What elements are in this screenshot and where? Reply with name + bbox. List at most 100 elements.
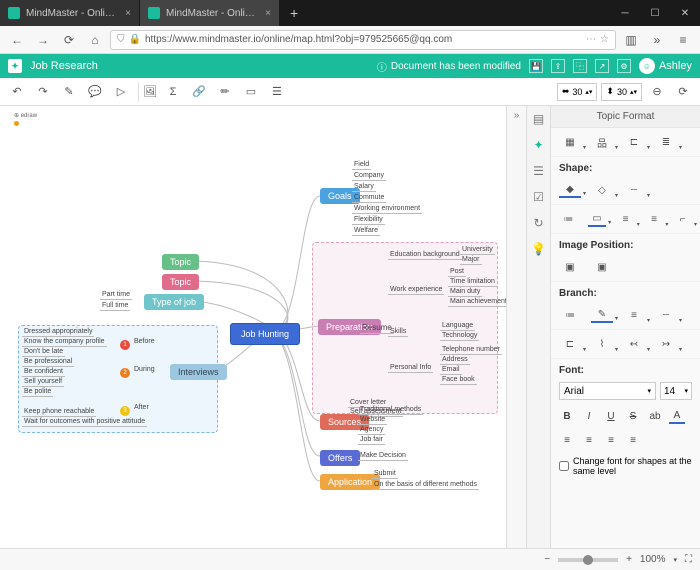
zoom-in-button[interactable]: + (626, 554, 632, 565)
zoom-level[interactable]: 100% (640, 554, 666, 565)
leaf[interactable]: During (132, 366, 157, 374)
font-family-select[interactable]: Arial▾ (559, 382, 656, 400)
leaf[interactable]: Company (352, 172, 386, 181)
menu-icon[interactable]: ≡ (672, 29, 694, 51)
leaf[interactable]: On the basis of different methods (372, 481, 479, 490)
reload-icon[interactable]: ⟳ (58, 29, 80, 51)
leaf[interactable]: Know the company profile (22, 338, 107, 347)
app-logo-icon[interactable]: ✦ (8, 59, 22, 73)
leaf[interactable]: Wait for outcomes with positive attitude (22, 418, 147, 427)
h-spacing-stepper[interactable]: ⬌30▴▾ (557, 83, 598, 101)
undo-icon[interactable]: ↶ (6, 82, 28, 102)
browser-tab[interactable]: MindMaster - Online Mind M × (0, 0, 140, 26)
topic-type-of-job[interactable]: Type of job (144, 294, 204, 310)
leaf[interactable]: Main achievement (448, 298, 506, 307)
share-icon[interactable]: ↗ (595, 59, 609, 73)
leaf[interactable]: Full time (100, 302, 130, 311)
branch-dash-icon[interactable]: ┄▾ (655, 307, 677, 323)
leaf[interactable]: Sell yourself (22, 378, 64, 387)
arrow-end-icon[interactable]: ↣▾ (655, 336, 677, 352)
connector-curve-icon[interactable]: ⌇▾ (591, 336, 613, 352)
leaf[interactable]: Work experience (388, 286, 444, 295)
collapse-icon[interactable]: ⊖ (646, 82, 668, 102)
close-window-icon[interactable]: ✕ (670, 0, 700, 26)
export-icon[interactable]: ⇪ (551, 59, 565, 73)
fullscreen-icon[interactable]: ⛶ (685, 554, 692, 565)
image-icon[interactable]: 🖼 (138, 82, 158, 102)
formula-icon[interactable]: Σ (162, 82, 184, 102)
leaf[interactable]: Before (132, 338, 157, 346)
leaf[interactable]: After (132, 404, 151, 412)
new-tab-button[interactable]: + (280, 5, 308, 21)
close-icon[interactable]: × (265, 8, 271, 19)
leaf[interactable]: Commute (352, 194, 386, 203)
leaf[interactable]: Post (448, 268, 466, 277)
zoom-slider[interactable] (558, 558, 618, 562)
leaf[interactable]: Welfare (352, 227, 380, 236)
note-icon[interactable]: ▭ (240, 82, 262, 102)
border-weight-icon[interactable]: ≡▾ (616, 211, 635, 227)
arrow-start-icon[interactable]: ↢▾ (623, 336, 645, 352)
draw-icon[interactable]: ✏ (214, 82, 236, 102)
leaf[interactable]: Major (460, 256, 482, 265)
align-left-icon[interactable]: ≡ (559, 432, 575, 448)
copy-icon[interactable]: ⿻ (573, 59, 587, 73)
url-field[interactable]: ⛉ 🔒 ⋯ ☆ (110, 30, 616, 50)
format-painter-icon[interactable]: ✎ (58, 82, 80, 102)
link-icon[interactable]: 🔗 (188, 82, 210, 102)
leaf[interactable]: Education background (388, 251, 462, 260)
leaf[interactable]: Technology (440, 332, 479, 341)
img-left-icon[interactable]: ▣ (559, 259, 581, 275)
align-right-icon[interactable]: ≡ (603, 432, 619, 448)
leaf[interactable]: Be professional (22, 358, 74, 367)
leaf[interactable]: Job fair (358, 436, 385, 445)
leaf[interactable]: Time limitation (448, 278, 497, 287)
user-menu[interactable]: ☺ Ashley (639, 58, 692, 74)
leaf[interactable]: Email (440, 366, 462, 375)
leaf[interactable]: Submit (372, 470, 398, 479)
maximize-icon[interactable]: ☐ (640, 0, 670, 26)
leaf[interactable]: Main duty (448, 288, 482, 297)
branch-weight-icon[interactable]: ≡▾ (623, 307, 645, 323)
font-size-select[interactable]: 14▾ (660, 382, 692, 400)
extension-icon[interactable]: ▥ (620, 29, 642, 51)
comment-icon[interactable]: 💬 (84, 82, 106, 102)
line-dash-icon[interactable]: ┄▾ (623, 182, 645, 198)
align-center-icon[interactable]: ≡ (581, 432, 597, 448)
connector-start-icon[interactable]: ⊏▾ (559, 336, 581, 352)
leaf[interactable]: Flexibility (352, 216, 385, 225)
font-color-button[interactable]: A (669, 408, 685, 424)
format-icon[interactable]: ▤ (533, 112, 544, 126)
panel-toggle[interactable]: » (506, 106, 526, 548)
save-icon[interactable]: 💾 (529, 59, 543, 73)
forward-icon[interactable]: → (32, 29, 54, 51)
leaf[interactable]: Dressed appropriately (22, 328, 94, 337)
chevron-down-icon[interactable]: ▾ (673, 556, 677, 564)
zoom-out-button[interactable]: − (544, 554, 550, 565)
leaf[interactable]: Salary (352, 183, 376, 192)
leaf[interactable]: Face book (440, 376, 477, 385)
checkbox-input[interactable] (559, 461, 569, 471)
leaf[interactable]: Address (440, 356, 470, 365)
branch-color-icon[interactable]: ✎▾ (591, 307, 613, 323)
topic-interviews[interactable]: Interviews (170, 364, 227, 380)
leaf[interactable]: Keep phone reachable (22, 408, 96, 417)
shape-type-icon[interactable]: ◇▾ (591, 182, 613, 198)
italic-button[interactable]: I (581, 408, 597, 424)
leaf[interactable]: Don't be late (22, 348, 65, 357)
leaf[interactable]: Working environment (352, 205, 422, 214)
history-icon[interactable]: ↻ (533, 216, 543, 230)
border-dash-icon[interactable]: ≡▾ (645, 211, 664, 227)
back-icon[interactable]: ← (6, 29, 28, 51)
browser-tab[interactable]: MindMaster - Online Mind M × (140, 0, 280, 26)
v-spacing-stepper[interactable]: ⬍30▴▾ (601, 83, 642, 101)
corner-icon[interactable]: ⌐▾ (673, 211, 692, 227)
branch-bullets-icon[interactable]: ≔ (559, 307, 581, 323)
central-topic[interactable]: Job Hunting (230, 323, 300, 345)
align-justify-icon[interactable]: ≡ (625, 432, 641, 448)
home-icon[interactable]: ⌂ (84, 29, 106, 51)
minimize-icon[interactable]: ─ (610, 0, 640, 26)
leaf[interactable]: Be polite (22, 388, 53, 397)
more-icon[interactable]: ⋯ (586, 34, 596, 45)
leaf[interactable]: Part time (100, 291, 132, 300)
